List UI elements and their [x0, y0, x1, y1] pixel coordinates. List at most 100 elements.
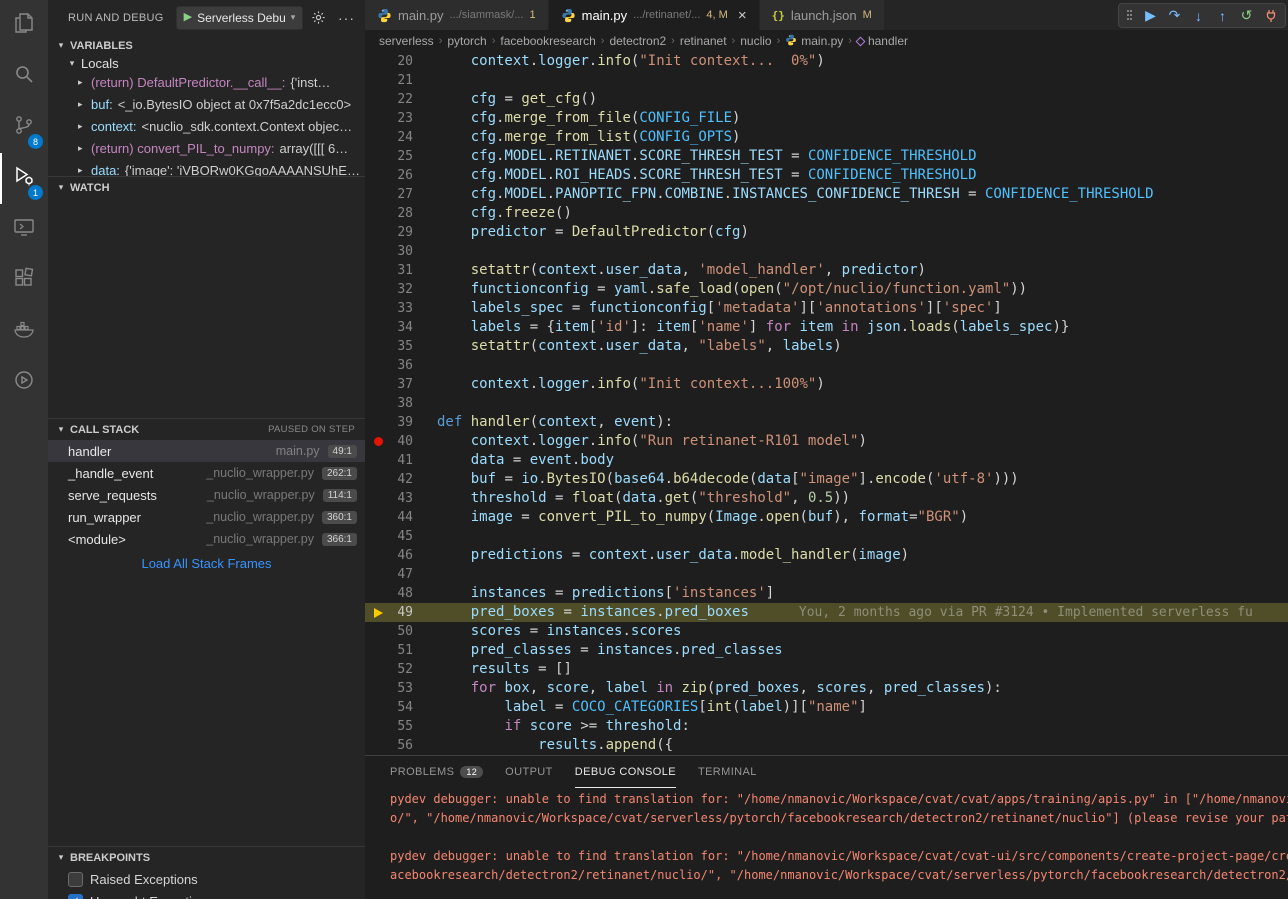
breakpoint-margin[interactable]	[365, 437, 391, 446]
panel-tab-output[interactable]: OUTPUT	[505, 756, 553, 788]
code-line-50[interactable]: 50 scores = instances.scores	[365, 622, 1288, 641]
activity-item-extensions[interactable]	[0, 255, 48, 306]
callstack-section-header[interactable]: ▾ CALL STACK PAUSED ON STEP	[48, 419, 365, 440]
code-line-47[interactable]: 47	[365, 565, 1288, 584]
code-line-51[interactable]: 51 pred_classes = instances.pred_classes	[365, 641, 1288, 660]
line-number: 52	[391, 660, 413, 679]
code-line-28[interactable]: 28 cfg.freeze()	[365, 204, 1288, 223]
disconnect-button[interactable]	[1259, 5, 1282, 27]
stack-frame-row[interactable]: _handle_event_nuclio_wrapper.py262:1	[48, 462, 365, 484]
breadcrumb-item-serverless[interactable]: serverless	[379, 34, 434, 48]
code-line-37[interactable]: 37 context.logger.info("Init context...1…	[365, 375, 1288, 394]
code-line-24[interactable]: 24 cfg.merge_from_list(CONFIG_OPTS)	[365, 128, 1288, 147]
tab-main.py[interactable]: main.py.../siammask/...1	[365, 0, 549, 30]
step-into-button[interactable]: ↓	[1187, 5, 1210, 27]
code-line-30[interactable]: 30	[365, 242, 1288, 261]
watch-section-header[interactable]: ▾ WATCH	[48, 177, 365, 198]
panel-tab-debug-console[interactable]: DEBUG CONSOLE	[575, 756, 676, 788]
breadcrumb-item-main.py[interactable]: main.py	[785, 34, 843, 49]
panel-tab-terminal[interactable]: TERMINAL	[698, 756, 757, 788]
tab-main.py[interactable]: main.py.../retinanet/...4, M×	[549, 0, 760, 30]
breadcrumb-item-pytorch[interactable]: pytorch	[447, 34, 486, 48]
code-line-48[interactable]: 48 instances = predictions['instances']	[365, 584, 1288, 603]
stack-frame-row[interactable]: run_wrapper_nuclio_wrapper.py360:1	[48, 506, 365, 528]
breakpoint-margin[interactable]	[365, 608, 391, 618]
code-line-49[interactable]: 49 pred_boxes = instances.pred_boxesYou,…	[365, 603, 1288, 622]
restart-button[interactable]: ↺	[1235, 5, 1258, 27]
editor[interactable]: 20 context.logger.info("Init context... …	[365, 52, 1288, 755]
breakpoint-row[interactable]: ✓Uncaught Exceptions	[48, 890, 365, 899]
code-line-38[interactable]: 38	[365, 394, 1288, 413]
explorer-icon	[12, 11, 36, 40]
variable-row[interactable]: ▸buf:<_io.BytesIO object at 0x7f5a2dc1ec…	[48, 93, 365, 115]
code-line-35[interactable]: 35 setattr(context.user_data, "labels", …	[365, 337, 1288, 356]
stack-frame-row[interactable]: <module>_nuclio_wrapper.py366:1	[48, 528, 365, 550]
code-line-43[interactable]: 43 threshold = float(data.get("threshold…	[365, 489, 1288, 508]
code-line-33[interactable]: 33 labels_spec = functionconfig['metadat…	[365, 299, 1288, 318]
drag-handle-icon[interactable]	[1127, 10, 1133, 22]
activity-item-search[interactable]	[0, 51, 48, 102]
code-line-27[interactable]: 27 cfg.MODEL.PANOPTIC_FPN.COMBINE.INSTAN…	[365, 185, 1288, 204]
code-line-22[interactable]: 22 cfg = get_cfg()	[365, 90, 1288, 109]
code-line-32[interactable]: 32 functionconfig = yaml.safe_load(open(…	[365, 280, 1288, 299]
code-line-25[interactable]: 25 cfg.MODEL.RETINANET.SCORE_THRESH_TEST…	[365, 147, 1288, 166]
line-number: 44	[391, 508, 413, 527]
debug-config-dropdown[interactable]: ▶ Serverless Debu ▾	[176, 6, 304, 30]
variable-row[interactable]: ▸data:{'image': 'iVBORw0KGgoAAAANSUhE…	[48, 159, 365, 176]
code-line-41[interactable]: 41 data = event.body	[365, 451, 1288, 470]
code-line-44[interactable]: 44 image = convert_PIL_to_numpy(Image.op…	[365, 508, 1288, 527]
continue-button[interactable]: ▶	[1139, 5, 1162, 27]
code-line-56[interactable]: 56 results.append({	[365, 736, 1288, 755]
variable-row[interactable]: ▸(return) DefaultPredictor.__call__:{'in…	[48, 71, 365, 93]
more-actions-icon[interactable]: ···	[338, 10, 355, 26]
code-line-39[interactable]: 39def handler(context, event):	[365, 413, 1288, 432]
variables-section-header[interactable]: ▾ VARIABLES	[48, 35, 365, 56]
tab-launch.json[interactable]: {}launch.jsonM	[760, 0, 885, 30]
activity-item-run-circle[interactable]	[0, 357, 48, 408]
breakpoint-row[interactable]: Raised Exceptions	[48, 868, 365, 890]
load-all-stack-frames-link[interactable]: Load All Stack Frames	[48, 556, 365, 571]
code-line-52[interactable]: 52 results = []	[365, 660, 1288, 679]
activity-item-source-control[interactable]: 8	[0, 102, 48, 153]
checkbox-checked[interactable]: ✓	[68, 894, 83, 899]
gear-icon[interactable]	[311, 10, 326, 25]
code-line-40[interactable]: 40 context.logger.info("Run retinanet-R1…	[365, 432, 1288, 451]
scope-locals[interactable]: ▾ Locals	[48, 56, 365, 71]
code-line-23[interactable]: 23 cfg.merge_from_file(CONFIG_FILE)	[365, 109, 1288, 128]
code-line-54[interactable]: 54 label = COCO_CATEGORIES[int(label)]["…	[365, 698, 1288, 717]
activity-item-run-and-debug[interactable]: 1	[0, 153, 48, 204]
stack-frame-row[interactable]: handlermain.py49:1	[48, 440, 365, 462]
line-number: 29	[391, 223, 413, 242]
code-line-36[interactable]: 36	[365, 356, 1288, 375]
code-line-42[interactable]: 42 buf = io.BytesIO(base64.b64decode(dat…	[365, 470, 1288, 489]
activity-item-explorer[interactable]	[0, 0, 48, 51]
start-debugging-icon[interactable]: ▶	[184, 12, 192, 23]
panel-tab-problems[interactable]: PROBLEMS12	[390, 756, 483, 788]
breadcrumb-item-handler[interactable]: handler	[857, 34, 908, 48]
code-line-55[interactable]: 55 if score >= threshold:	[365, 717, 1288, 736]
activity-item-docker[interactable]	[0, 306, 48, 357]
breadcrumb-item-nuclio[interactable]: nuclio	[740, 34, 771, 48]
breadcrumb-item-facebookresearch[interactable]: facebookresearch	[500, 34, 595, 48]
code-line-45[interactable]: 45	[365, 527, 1288, 546]
breakpoints-section-header[interactable]: ▾ BREAKPOINTS	[48, 847, 365, 868]
code-line-21[interactable]: 21	[365, 71, 1288, 90]
variable-row[interactable]: ▸context:<nuclio_sdk.context.Context obj…	[48, 115, 365, 137]
code-line-46[interactable]: 46 predictions = context.user_data.model…	[365, 546, 1288, 565]
stack-frame-row[interactable]: serve_requests_nuclio_wrapper.py114:1	[48, 484, 365, 506]
breadcrumb-item-detectron2[interactable]: detectron2	[609, 34, 666, 48]
activity-item-remote-explorer[interactable]	[0, 204, 48, 255]
code-line-20[interactable]: 20 context.logger.info("Init context... …	[365, 52, 1288, 71]
code-line-29[interactable]: 29 predictor = DefaultPredictor(cfg)	[365, 223, 1288, 242]
step-over-button[interactable]: ↷	[1163, 5, 1186, 27]
code-line-34[interactable]: 34 labels = {item['id']: item['name'] fo…	[365, 318, 1288, 337]
step-out-button[interactable]: ↑	[1211, 5, 1234, 27]
code-line-31[interactable]: 31 setattr(context.user_data, 'model_han…	[365, 261, 1288, 280]
close-icon[interactable]: ×	[738, 8, 747, 23]
line-number: 21	[391, 71, 413, 90]
variable-row[interactable]: ▸(return) convert_PIL_to_numpy:array([[[…	[48, 137, 365, 159]
code-line-26[interactable]: 26 cfg.MODEL.ROI_HEADS.SCORE_THRESH_TEST…	[365, 166, 1288, 185]
checkbox-unchecked[interactable]	[68, 872, 83, 887]
breadcrumb-item-retinanet[interactable]: retinanet	[680, 34, 727, 48]
code-line-53[interactable]: 53 for box, score, label in zip(pred_box…	[365, 679, 1288, 698]
